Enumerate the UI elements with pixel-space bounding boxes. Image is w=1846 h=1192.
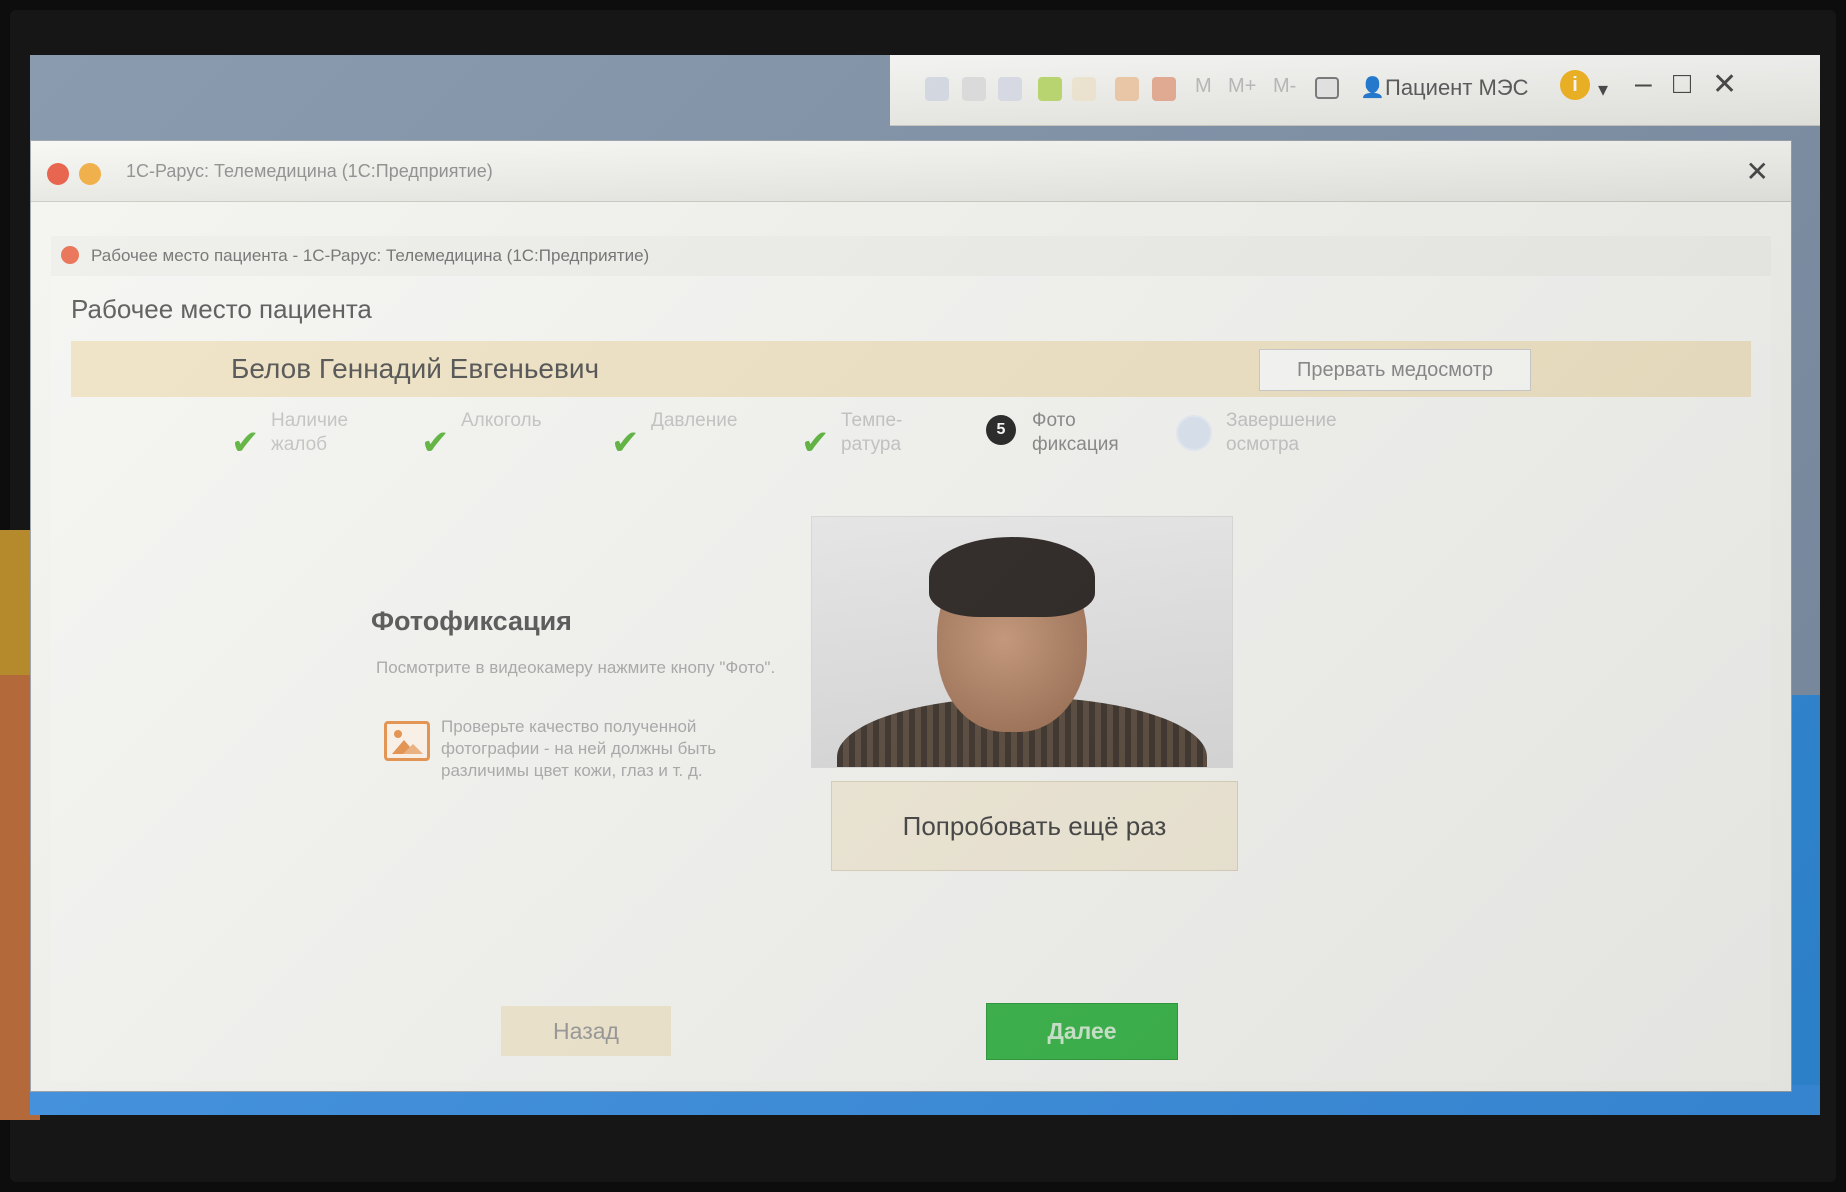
memory-plus-button[interactable]: M+ (1228, 75, 1256, 98)
memory-m-button[interactable]: M (1195, 75, 1212, 98)
calculator-icon[interactable] (1115, 77, 1139, 101)
current-user-name[interactable]: Пациент МЭС (1385, 75, 1529, 101)
photo-quality-hint: Проверьте качество полученной фотографии… (441, 717, 717, 780)
print-icon[interactable] (962, 77, 986, 101)
step-number-badge: 5 (986, 415, 1016, 445)
monitor-screen: M M+ M- 👤 Пациент МЭС i ▾ – □ ✕ 1С-Рарус… (30, 55, 1820, 1115)
close-window-icon[interactable]: ✕ (1746, 155, 1769, 188)
back-button[interactable]: Назад (501, 1006, 671, 1056)
step-label: Завершение осмотра (1226, 410, 1337, 455)
favorites-icon[interactable] (1038, 77, 1062, 101)
patient-header: Белов Геннадий Евгеньевич Прервать медос… (71, 341, 1751, 397)
page-title: Рабочее место пациента (71, 294, 372, 324)
patient-name: Белов Геннадий Евгеньевич (231, 353, 600, 384)
step-pending-icon (1176, 415, 1212, 451)
preview-icon[interactable] (998, 77, 1022, 101)
check-icon: ✔ (611, 424, 640, 462)
form-logo-icon (61, 246, 79, 264)
application-window: 1С-Рарус: Телемедицина (1С:Предприятие) … (30, 140, 1792, 1092)
chevron-down-icon[interactable]: ▾ (1598, 77, 1608, 102)
step-label: Алкоголь (461, 410, 542, 431)
check-icon: ✔ (231, 424, 260, 462)
check-icon: ✔ (801, 424, 830, 462)
maximize-icon[interactable]: □ (1673, 67, 1691, 101)
application-title: 1С-Рарус: Телемедицина (1С:Предприятие) (126, 161, 493, 181)
camera-photo (811, 516, 1233, 768)
image-icon (384, 721, 430, 761)
info-icon[interactable]: i (1560, 70, 1590, 100)
save-icon[interactable] (925, 77, 949, 101)
exam-steps: ✔ Наличие жалоб ✔ Алкоголь ✔ Давление ✔ … (91, 401, 1591, 481)
system-toolbar: M M+ M- 👤 Пациент МЭС i ▾ – □ ✕ (890, 55, 1820, 126)
calendar-icon[interactable] (1152, 77, 1176, 101)
form-tab-header: Рабочее место пациента - 1С-Рарус: Телем… (51, 236, 1771, 277)
app-menu-icon[interactable] (79, 163, 101, 185)
app-logo-icon (47, 163, 69, 185)
close-app-icon[interactable]: ✕ (1712, 67, 1737, 102)
step-label: Фото фиксация (1032, 410, 1119, 455)
minimize-icon[interactable]: – (1635, 67, 1652, 101)
step-label: Темпе- ратура (841, 410, 903, 455)
step-label: Наличие жалоб (271, 410, 349, 455)
form-window-title: Рабочее место пациента - 1С-Рарус: Телем… (91, 246, 650, 265)
next-button[interactable]: Далее (986, 1003, 1178, 1060)
panel-layout-icon[interactable] (1315, 77, 1339, 99)
check-icon: ✔ (421, 424, 450, 462)
patient-workplace-form: Рабочее место пациента Белов Геннадий Ев… (51, 276, 1771, 1081)
history-icon[interactable] (1072, 77, 1096, 101)
section-title: Фотофиксация (371, 606, 572, 636)
section-description: Посмотрите в видеокамеру нажмите кнопу "… (376, 658, 776, 677)
retry-photo-button[interactable]: Попробовать ещё раз (831, 781, 1238, 871)
interrupt-exam-button[interactable]: Прервать медосмотр (1259, 349, 1531, 391)
application-titlebar: 1С-Рарус: Телемедицина (1С:Предприятие) … (31, 141, 1791, 202)
step-label: Давление (651, 410, 738, 431)
memory-minus-button[interactable]: M- (1273, 75, 1296, 98)
user-icon: 👤 (1360, 77, 1385, 99)
